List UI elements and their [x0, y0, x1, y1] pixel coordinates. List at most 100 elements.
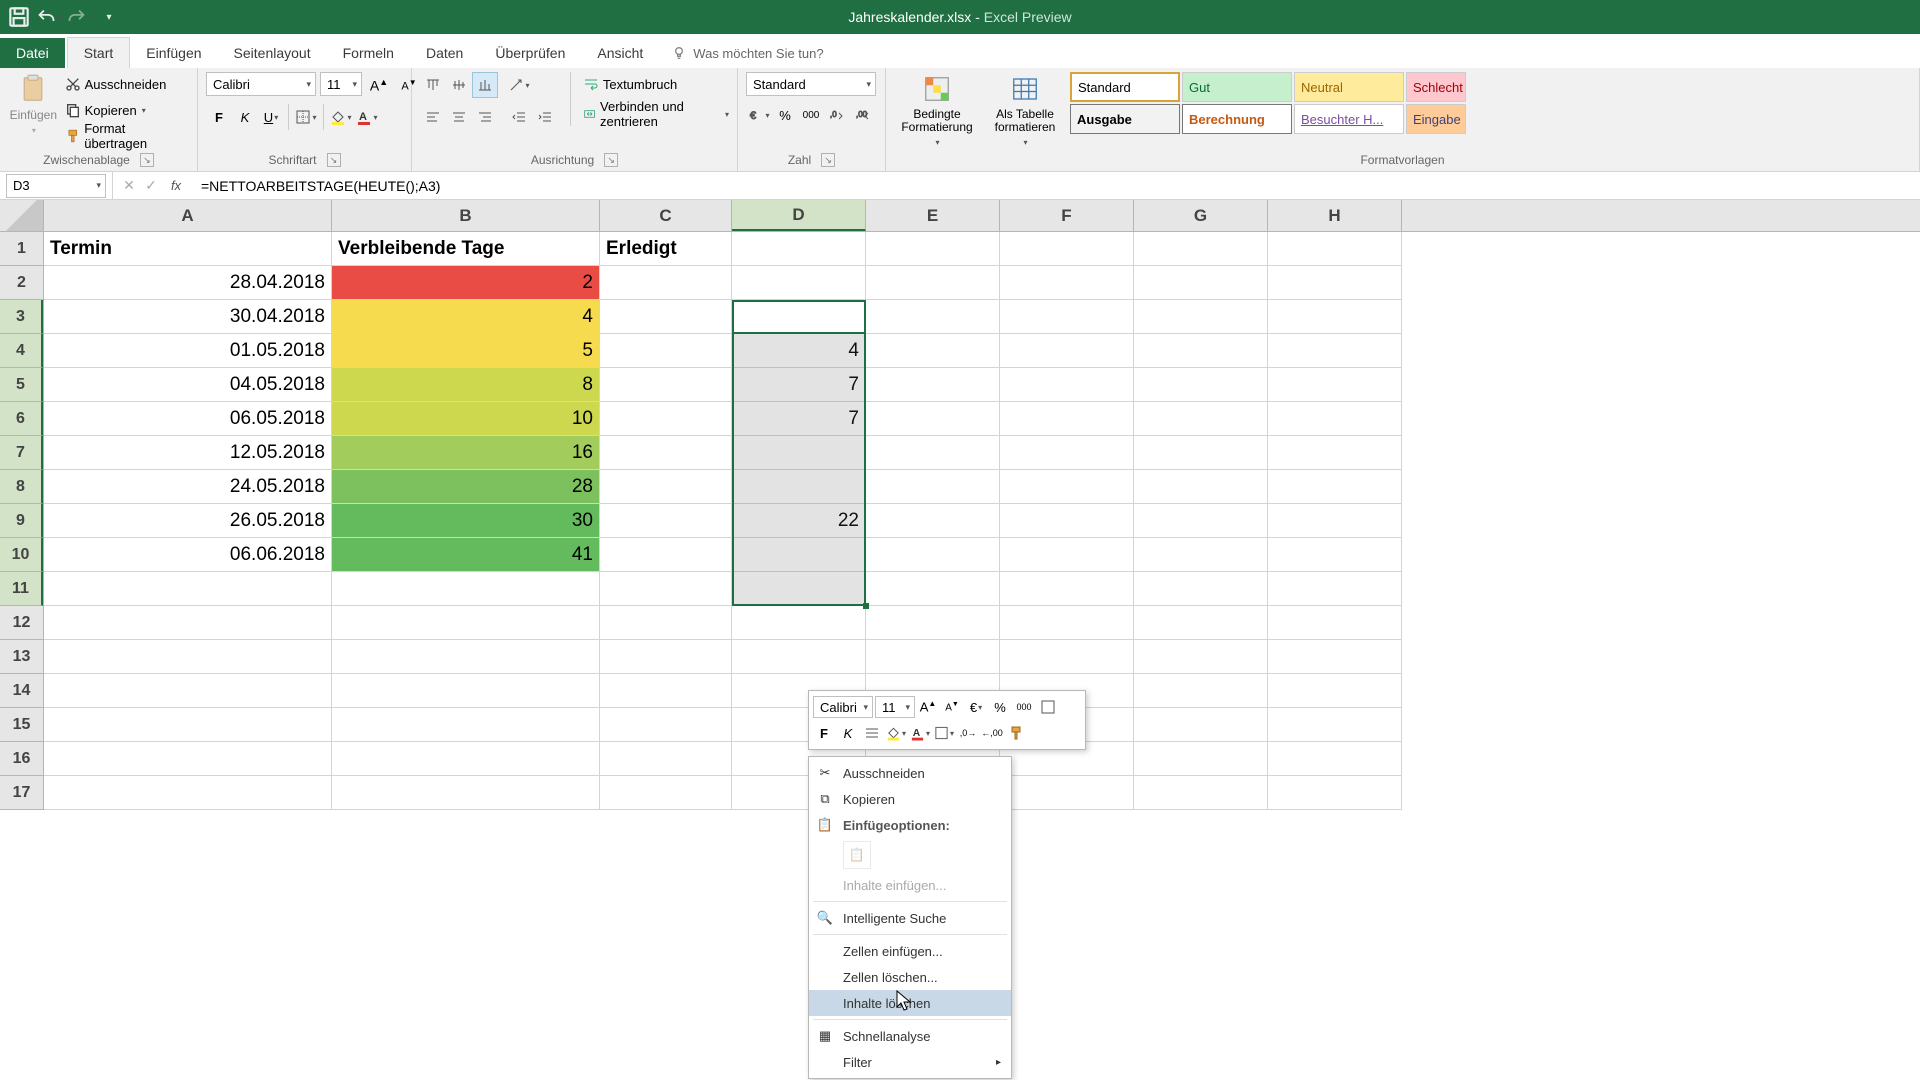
accounting-format-button[interactable]: €▾: [746, 102, 772, 128]
align-left-button[interactable]: [420, 104, 446, 130]
cell-B7[interactable]: 16: [332, 436, 600, 470]
number-dialog-launcher[interactable]: ↘: [821, 153, 835, 167]
merge-center-button[interactable]: Verbinden und zentrieren▾: [583, 102, 729, 126]
cell-G14[interactable]: [1134, 674, 1268, 708]
ctx-paste-special[interactable]: Inhalte einfügen...: [809, 872, 1011, 898]
row-head-16[interactable]: 16: [0, 742, 43, 776]
cell-F4[interactable]: [1000, 334, 1134, 368]
mini-borders[interactable]: [1037, 696, 1059, 718]
cell-G17[interactable]: [1134, 776, 1268, 810]
cell-G10[interactable]: [1134, 538, 1268, 572]
fill-handle[interactable]: [863, 603, 869, 609]
cell-E13[interactable]: [866, 640, 1000, 674]
cell-H15[interactable]: [1268, 708, 1402, 742]
row-head-7[interactable]: 7: [0, 436, 43, 470]
style-besucht[interactable]: Besuchter H...: [1294, 104, 1404, 134]
cell-B1[interactable]: Verbleibende Tage: [332, 232, 600, 266]
cell-H10[interactable]: [1268, 538, 1402, 572]
cell-E8[interactable]: [866, 470, 1000, 504]
cell-E9[interactable]: [866, 504, 1000, 538]
cell-F12[interactable]: [1000, 606, 1134, 640]
cell-B5[interactable]: 8: [332, 368, 600, 402]
cell-G12[interactable]: [1134, 606, 1268, 640]
ctx-smart-lookup[interactable]: 🔍Intelligente Suche: [809, 905, 1011, 931]
mini-align[interactable]: [861, 722, 883, 744]
name-box[interactable]: D3▾: [6, 174, 106, 198]
increase-decimal-button[interactable]: ,0: [824, 102, 850, 128]
cell-A13[interactable]: [44, 640, 332, 674]
ctx-cut[interactable]: ✂Ausschneiden: [809, 760, 1011, 786]
cell-A9[interactable]: 26.05.2018: [44, 504, 332, 538]
cell-H9[interactable]: [1268, 504, 1402, 538]
cell-H5[interactable]: [1268, 368, 1402, 402]
cell-C7[interactable]: [600, 436, 732, 470]
cell-H1[interactable]: [1268, 232, 1402, 266]
cell-H4[interactable]: [1268, 334, 1402, 368]
cell-D9[interactable]: 22: [732, 504, 866, 538]
redo-button[interactable]: ▾: [66, 4, 92, 30]
cell-G5[interactable]: [1134, 368, 1268, 402]
col-head-H[interactable]: H: [1268, 200, 1402, 231]
cell-G1[interactable]: [1134, 232, 1268, 266]
mini-font-combo[interactable]: Calibri▾: [813, 696, 873, 718]
conditional-formatting-button[interactable]: Bedingte Formatierung▾: [894, 72, 980, 147]
cell-C16[interactable]: [600, 742, 732, 776]
cell-G15[interactable]: [1134, 708, 1268, 742]
tab-file[interactable]: Datei: [0, 38, 65, 68]
cell-C14[interactable]: [600, 674, 732, 708]
cell-E11[interactable]: [866, 572, 1000, 606]
row-head-11[interactable]: 11: [0, 572, 43, 606]
cell-H2[interactable]: [1268, 266, 1402, 300]
cell-D1[interactable]: [732, 232, 866, 266]
italic-button[interactable]: K: [232, 104, 258, 130]
grow-font-button[interactable]: A▲: [366, 72, 392, 98]
cell-B17[interactable]: [332, 776, 600, 810]
cell-B14[interactable]: [332, 674, 600, 708]
fill-color-button[interactable]: ▾: [328, 104, 354, 130]
cell-F17[interactable]: [1000, 776, 1134, 810]
cell-F3[interactable]: [1000, 300, 1134, 334]
cell-B9[interactable]: 30: [332, 504, 600, 538]
col-head-F[interactable]: F: [1000, 200, 1134, 231]
format-as-table-button[interactable]: Als Tabelle formatieren▾: [986, 72, 1064, 147]
mini-percent[interactable]: %: [989, 696, 1011, 718]
cell-H3[interactable]: [1268, 300, 1402, 334]
mini-fontsize-combo[interactable]: 11▾: [875, 696, 915, 718]
fx-button[interactable]: fx: [163, 178, 189, 193]
cell-B6[interactable]: 10: [332, 402, 600, 436]
row-head-9[interactable]: 9: [0, 504, 43, 538]
cell-D8[interactable]: [732, 470, 866, 504]
tab-pagelayout[interactable]: Seitenlayout: [218, 38, 327, 68]
cell-H14[interactable]: [1268, 674, 1402, 708]
cell-A17[interactable]: [44, 776, 332, 810]
cell-A14[interactable]: [44, 674, 332, 708]
cell-B10[interactable]: 41: [332, 538, 600, 572]
style-gut[interactable]: Gut: [1182, 72, 1292, 102]
cell-G3[interactable]: [1134, 300, 1268, 334]
undo-button[interactable]: ▾: [36, 4, 62, 30]
cell-F9[interactable]: [1000, 504, 1134, 538]
row-head-3[interactable]: 3: [0, 300, 43, 334]
col-head-B[interactable]: B: [332, 200, 600, 231]
font-dialog-launcher[interactable]: ↘: [327, 153, 341, 167]
cell-E5[interactable]: [866, 368, 1000, 402]
cell-F6[interactable]: [1000, 402, 1134, 436]
style-standard[interactable]: Standard: [1070, 72, 1180, 102]
cell-H17[interactable]: [1268, 776, 1402, 810]
font-color-button[interactable]: A▾: [354, 104, 380, 130]
mini-fill-color[interactable]: ▾: [885, 722, 907, 744]
cell-H8[interactable]: [1268, 470, 1402, 504]
mini-borders2[interactable]: ▾: [933, 722, 955, 744]
cancel-formula-button[interactable]: ✕: [119, 177, 139, 194]
cell-B13[interactable]: [332, 640, 600, 674]
cell-H16[interactable]: [1268, 742, 1402, 776]
row-head-14[interactable]: 14: [0, 674, 43, 708]
cut-button[interactable]: Ausschneiden: [65, 72, 189, 96]
cell-C3[interactable]: [600, 300, 732, 334]
cell-A1[interactable]: Termin: [44, 232, 332, 266]
tab-home[interactable]: Start: [67, 37, 131, 68]
cell-B8[interactable]: 28: [332, 470, 600, 504]
cell-A8[interactable]: 24.05.2018: [44, 470, 332, 504]
qat-customize-button[interactable]: ▾: [96, 4, 122, 30]
style-berechnung[interactable]: Berechnung: [1182, 104, 1292, 134]
